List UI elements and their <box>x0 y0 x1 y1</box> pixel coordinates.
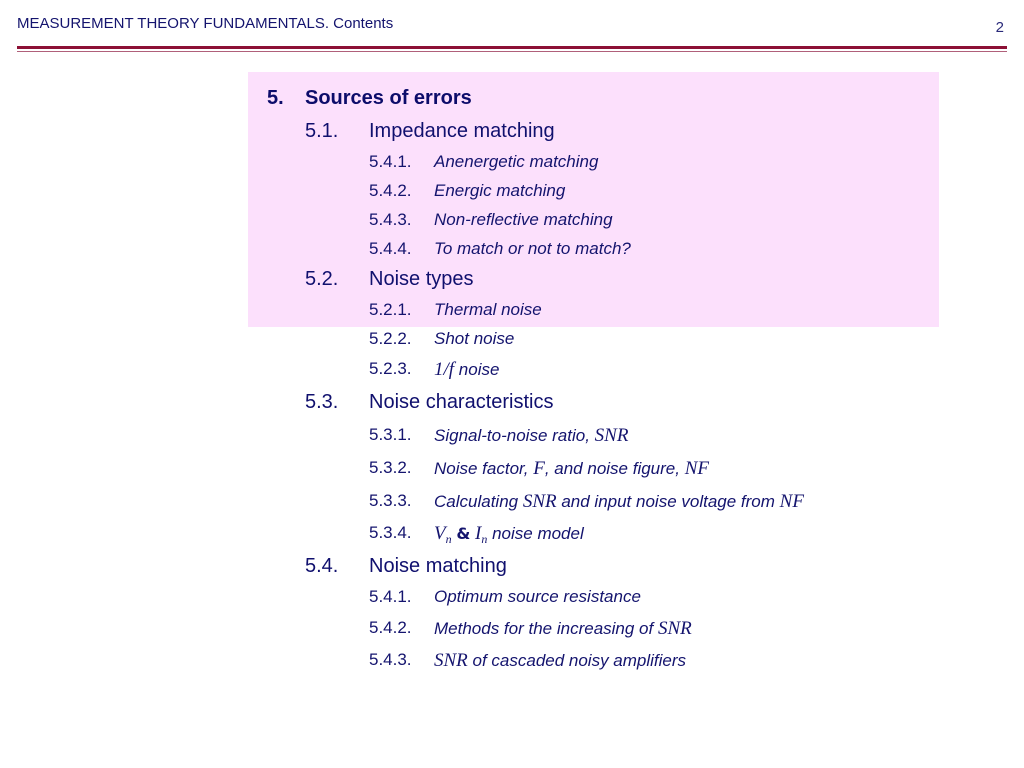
toc-title: Methods for the increasing of SNR <box>434 618 692 640</box>
toc-title: Impedance matching <box>369 120 555 142</box>
toc-number: 5.4. <box>305 555 339 577</box>
math-symbol: SNR <box>434 650 468 671</box>
title-text: , and noise figure, <box>544 459 685 478</box>
toc-title: To match or not to match? <box>434 239 631 258</box>
math-subscript: n <box>445 532 452 546</box>
toc-title: Thermal noise <box>434 300 542 319</box>
toc-title: Signal-to-noise ratio, SNR <box>434 425 628 447</box>
toc-title: Anenergetic matching <box>434 152 599 171</box>
ampersand-glyph: & <box>456 524 471 543</box>
toc-title: 1/f noise <box>434 359 499 381</box>
header-rule-thin <box>17 51 1007 52</box>
toc-number: 5.4.2. <box>369 181 412 200</box>
page-number: 2 <box>995 19 1004 36</box>
header-rule-thick <box>17 46 1007 49</box>
toc-number: 5.2.1. <box>369 300 412 319</box>
title-text: noise <box>454 360 500 379</box>
toc-number: 5.2.2. <box>369 329 412 348</box>
toc-title: Noise types <box>369 268 474 290</box>
toc-number: 5.3.3. <box>369 491 412 510</box>
math-symbol: F <box>533 458 545 479</box>
toc-title: Vn & In noise model <box>434 523 584 547</box>
toc-title: Sources of errors <box>305 87 472 109</box>
math-symbol: NF <box>684 458 709 479</box>
math-symbol: SNR <box>657 618 692 639</box>
math-symbol: V <box>434 523 446 544</box>
toc-number: 5. <box>267 87 284 109</box>
toc-number: 5.1. <box>305 120 339 142</box>
math-symbol: NF <box>779 491 804 512</box>
toc-number: 5.3.1. <box>369 425 412 444</box>
toc-title: Shot noise <box>434 329 515 348</box>
toc-title: SNR of cascaded noisy amplifiers <box>434 650 686 672</box>
toc-title: Noise characteristics <box>369 391 554 413</box>
toc-number: 5.4.2. <box>369 618 412 637</box>
toc-number: 5.4.1. <box>369 587 412 606</box>
title-text: of cascaded noisy amplifiers <box>467 651 687 670</box>
toc-number: 5.4.1. <box>369 152 412 171</box>
toc-number: 5.2. <box>305 268 339 290</box>
title-text: noise model <box>487 524 584 543</box>
toc-number: 5.2.3. <box>369 359 412 378</box>
title-text: and input noise voltage from <box>556 492 780 511</box>
toc-number: 5.3.2. <box>369 458 412 477</box>
title-text: Calculating <box>434 492 523 511</box>
math-symbol: 1/f <box>434 359 455 380</box>
toc-number: 5.3. <box>305 391 339 413</box>
current-section-highlight <box>248 72 939 327</box>
toc-number: 5.4.3. <box>369 650 412 669</box>
toc-title: Noise factor, F, and noise figure, NF <box>434 458 709 480</box>
slide-title: MEASUREMENT THEORY FUNDAMENTALS. Content… <box>17 15 394 32</box>
title-text: Signal-to-noise ratio, <box>434 426 595 445</box>
toc-title: Non-reflective matching <box>434 210 613 229</box>
title-text: Noise factor, <box>434 459 534 478</box>
toc-title: Calculating SNR and input noise voltage … <box>434 491 804 513</box>
math-symbol: SNR <box>522 491 557 512</box>
toc-title: Optimum source resistance <box>434 587 641 606</box>
title-text: Methods for the increasing of <box>434 619 658 638</box>
toc-title: Energic matching <box>434 181 566 200</box>
toc-title: Noise matching <box>369 555 507 577</box>
toc-number: 5.3.4. <box>369 523 412 542</box>
toc-number: 5.4.4. <box>369 239 412 258</box>
math-symbol: SNR <box>594 425 629 446</box>
toc-number: 5.4.3. <box>369 210 412 229</box>
